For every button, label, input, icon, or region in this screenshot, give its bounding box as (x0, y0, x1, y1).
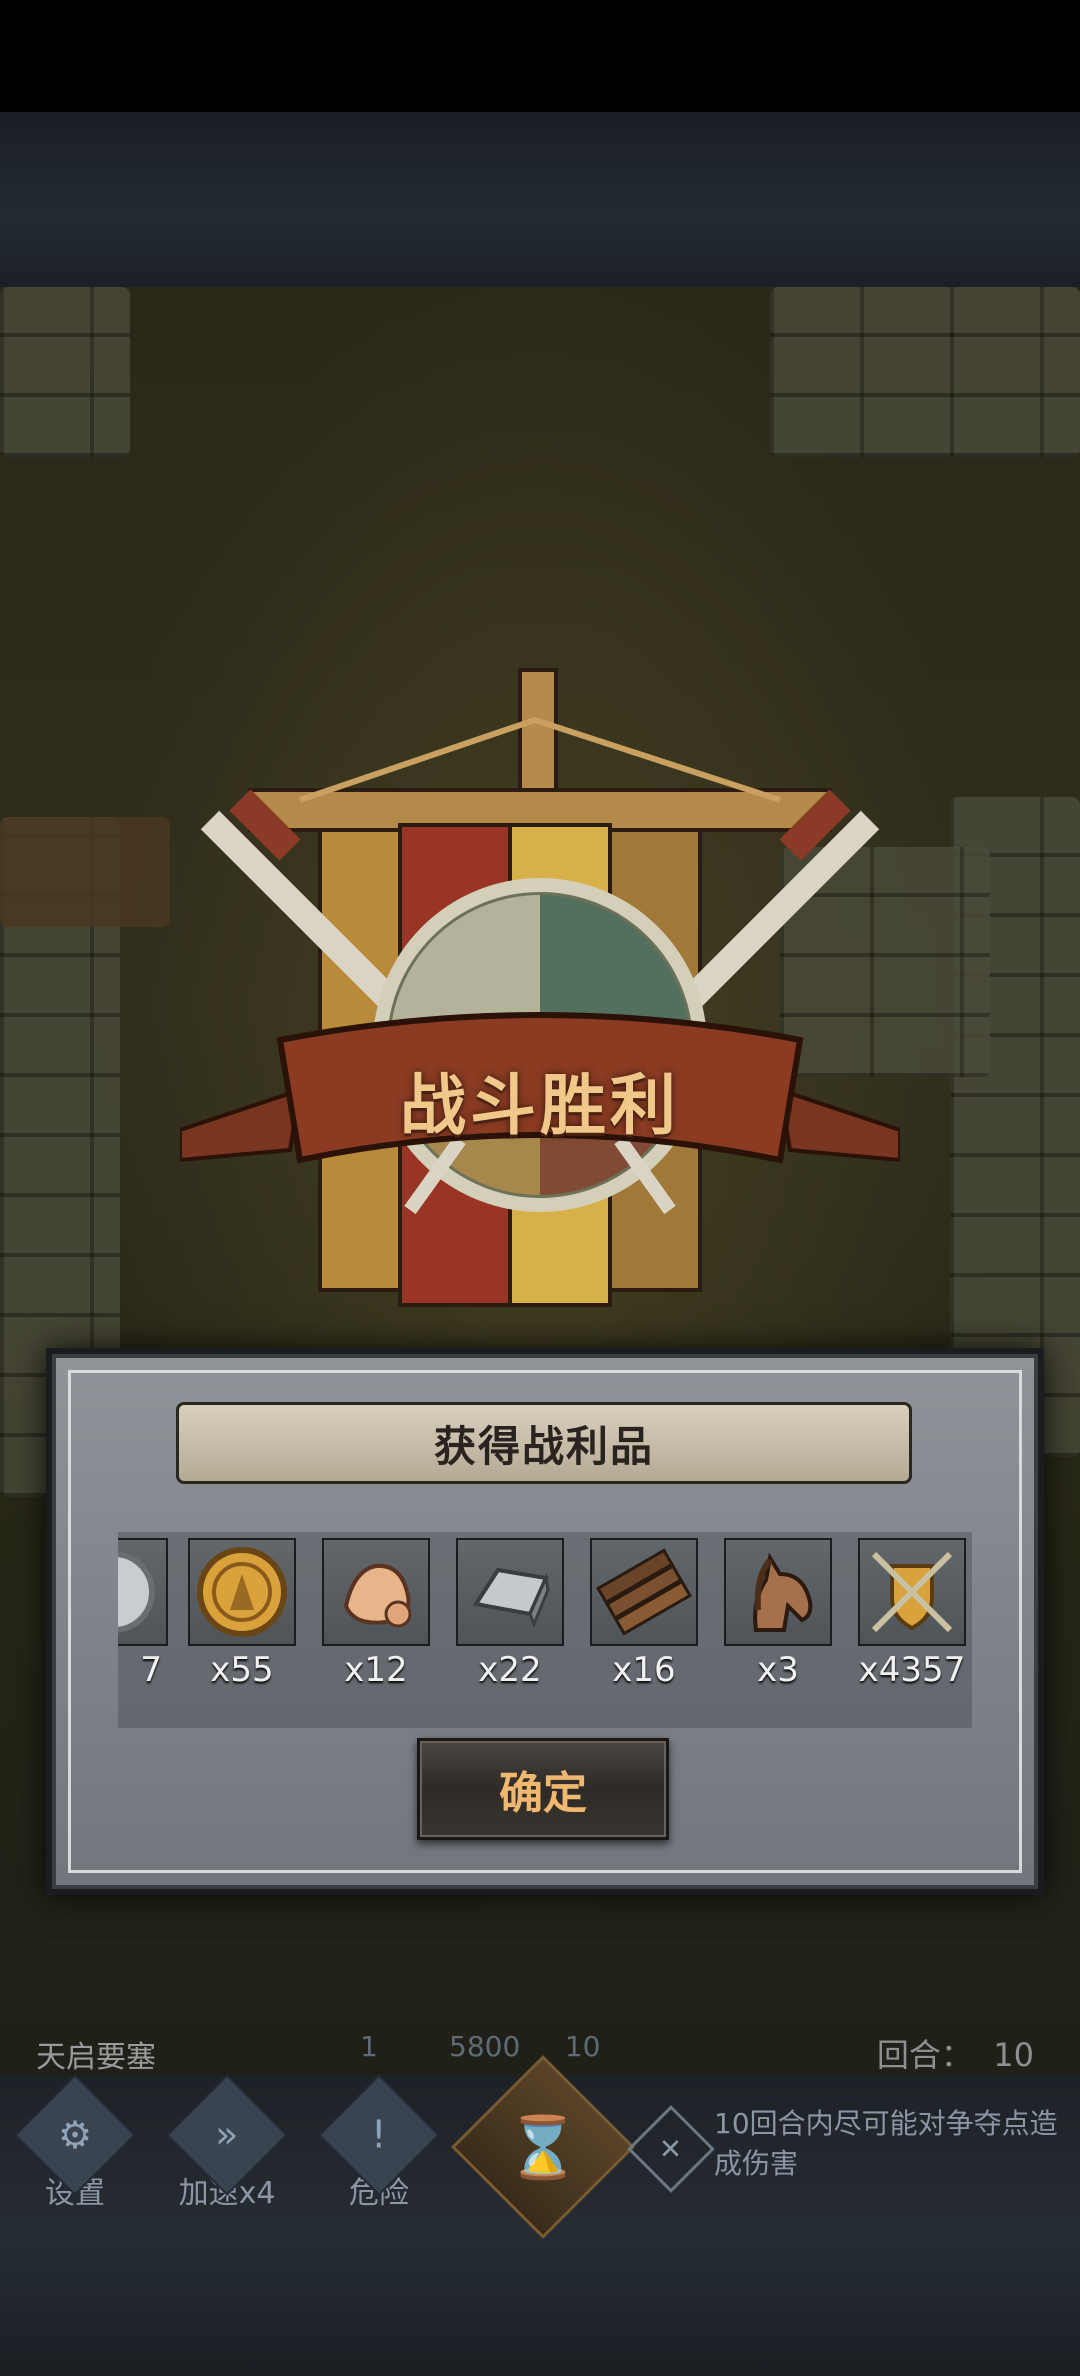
item-quantity: x16 (612, 1650, 676, 1690)
hourglass-icon: ⌛ (505, 2112, 581, 2183)
victory-emblem (180, 668, 900, 1307)
copper-ore-icon (322, 1538, 430, 1646)
loot-item[interactable]: x3 (724, 1538, 832, 1690)
confirm-button[interactable]: 确定 (417, 1738, 669, 1840)
round-value: 10 (993, 2036, 1034, 2074)
fast-forward-icon: » (215, 2113, 239, 2157)
loot-item[interactable]: x16 (590, 1538, 698, 1690)
wood-planks-icon (590, 1538, 698, 1646)
status-left: 1 (360, 2030, 378, 2063)
round-label: 回合： (876, 2036, 973, 2074)
loot-item[interactable]: x55 (188, 1538, 296, 1690)
loot-item[interactable]: 7 (118, 1538, 168, 1690)
stone-wall (770, 287, 1080, 457)
honor-shield-icon (858, 1538, 966, 1646)
silver-coin-icon (118, 1538, 168, 1646)
top-black-bar (0, 0, 1080, 112)
loot-header: 获得战利品 (176, 1402, 912, 1484)
victory-title: 战斗胜利 (400, 1067, 680, 1144)
stone-wall (0, 287, 130, 457)
loot-item[interactable]: x4357 (858, 1538, 966, 1690)
item-quantity: x12 (344, 1650, 408, 1690)
item-quantity: x3 (757, 1650, 799, 1690)
location-name: 天启要塞 (36, 2040, 156, 2075)
status-readout: 1 5800 10 (360, 2030, 600, 2063)
gold-coin-icon (188, 1538, 296, 1646)
upper-frame (0, 112, 1080, 287)
status-mid: 5800 (449, 2030, 521, 2063)
round-counter: 回合： 10 (877, 2030, 1034, 2076)
objective-text: 10回合内尽可能对争夺点造成伤害 (714, 2107, 1058, 2180)
loot-items-list[interactable]: 7 x55 x12 x22 x16 x3 x4357 (118, 1532, 972, 1728)
wooden-stack (0, 817, 170, 927)
iron-ingot-icon (456, 1538, 564, 1646)
exclamation-icon: ! (371, 2112, 387, 2157)
item-quantity: x4357 (858, 1650, 966, 1690)
item-quantity: x22 (478, 1650, 542, 1690)
item-quantity: x55 (210, 1650, 274, 1690)
item-quantity: 7 (140, 1650, 162, 1690)
gear-icon: ⚙ (57, 2112, 93, 2157)
speed-button[interactable]: » 加速x4 (166, 2074, 288, 2212)
danger-button[interactable]: ! 危险 (318, 2074, 440, 2212)
loot-panel: 获得战利品 7 x55 x12 x22 x16 x3 x4357 确定 (46, 1348, 1044, 1895)
settings-button[interactable]: ⚙ 设置 (14, 2074, 136, 2212)
horse-icon (724, 1538, 832, 1646)
loot-item[interactable]: x22 (456, 1538, 564, 1690)
status-right: 10 (564, 2030, 601, 2063)
loot-item[interactable]: x12 (322, 1538, 430, 1690)
